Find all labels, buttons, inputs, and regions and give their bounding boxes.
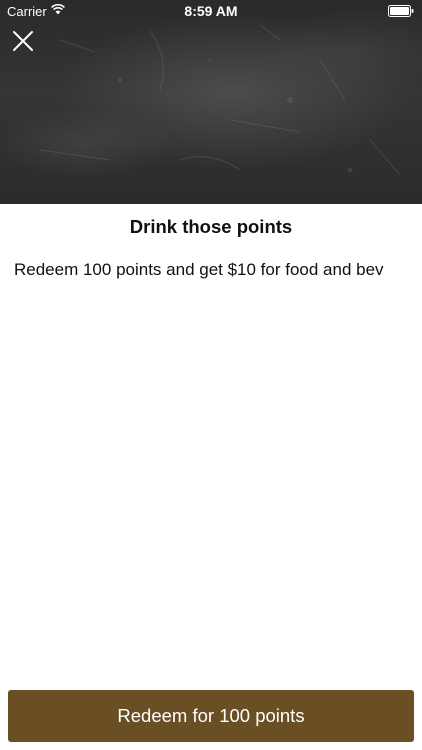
chalkboard-header-image — [0, 0, 422, 204]
status-time: 8:59 AM — [184, 3, 238, 19]
chalkboard-texture — [39, 24, 401, 176]
redeem-button[interactable]: Redeem for 100 points — [8, 690, 414, 742]
close-icon[interactable] — [12, 30, 34, 52]
reward-description: Redeem 100 points and get $10 for food a… — [14, 260, 384, 279]
battery-icon — [388, 5, 414, 17]
reward-title: Drink those points — [129, 216, 293, 237]
reward-detail-screen: Carrier 8:59 AM Drink those points Redee… — [0, 0, 422, 750]
close-button[interactable] — [8, 26, 38, 56]
status-bar: Carrier 8:59 AM — [0, 0, 422, 22]
